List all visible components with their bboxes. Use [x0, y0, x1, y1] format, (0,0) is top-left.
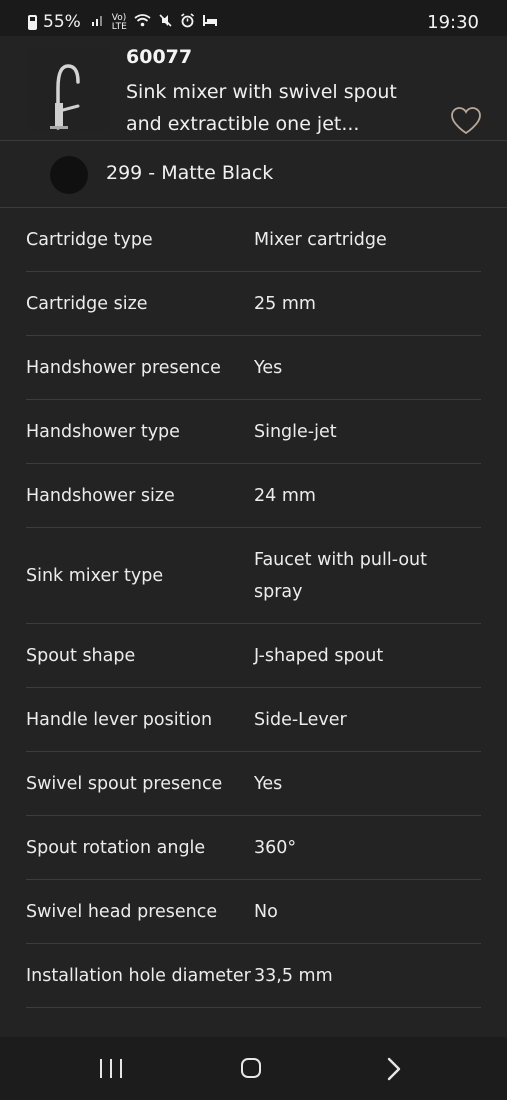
finish-selector[interactable]: 299 - Matte Black [0, 141, 507, 208]
volte-icon: Vo) LTE [111, 12, 127, 32]
faucet-image [50, 64, 80, 130]
battery-percent: 55% [43, 12, 81, 32]
spec-value: J-shaped spout [254, 645, 384, 666]
product-name: Sink mixer with swivel spout and extract… [126, 81, 397, 135]
finish-label: 299 - Matte Black [106, 162, 274, 184]
spec-row: Cartridge type Mixer cartridge [26, 208, 481, 272]
signal-icon [91, 13, 105, 32]
spec-label: Installation hole diameter [26, 965, 251, 986]
spec-row: Handshower size 24 mm [26, 464, 481, 528]
spec-value: Side-Lever [254, 709, 347, 730]
spec-label: Sink mixer type [26, 565, 164, 586]
spec-row: Swivel spout presence Yes [26, 752, 481, 816]
spec-label: Swivel head presence [26, 901, 218, 922]
spec-row: Cartridge size 25 mm [26, 272, 481, 336]
status-time: 19:30 [427, 12, 479, 33]
spec-label: Spout shape [26, 645, 136, 666]
spec-value: Yes [254, 357, 283, 378]
spec-value: Single-jet [254, 421, 337, 442]
favorite-heart-icon[interactable] [449, 106, 483, 136]
battery-icon [28, 14, 37, 30]
alarm-icon [180, 12, 195, 32]
home-icon[interactable] [241, 1058, 261, 1078]
finish-swatch [50, 156, 88, 194]
status-icons: Vo) LTE [91, 12, 218, 32]
back-chevron-icon[interactable] [384, 1057, 404, 1081]
spec-label: Handle lever position [26, 709, 213, 730]
spec-row: Handshower presence Yes [26, 336, 481, 400]
spec-value: 33,5 mm [254, 965, 333, 986]
spec-label: Cartridge size [26, 293, 148, 314]
spec-value: 24 mm [254, 485, 316, 506]
wifi-icon [134, 13, 151, 32]
spec-label: Cartridge type [26, 229, 153, 250]
product-thumbnail[interactable] [28, 48, 110, 130]
mute-icon [158, 13, 173, 32]
spec-row: Installation hole diameter 33,5 mm [26, 944, 481, 1008]
specifications-table: Cartridge type Mixer cartridge Cartridge… [0, 208, 507, 1008]
spec-label: Handshower presence [26, 357, 221, 378]
spec-row: Swivel head presence No [26, 880, 481, 944]
sleep-icon [202, 13, 218, 32]
spec-value: 360° [254, 837, 297, 858]
spec-row: Spout rotation angle 360° [26, 816, 481, 880]
system-nav-bar [0, 1037, 507, 1100]
spec-value: No [254, 901, 278, 922]
status-left: 55% Vo) LTE [28, 12, 218, 32]
spec-value: Faucet with pull-out spray [254, 549, 428, 602]
spec-label: Swivel spout presence [26, 773, 223, 794]
spec-row: Handle lever position Side-Lever [26, 688, 481, 752]
spec-row: Spout shape J-shaped spout [26, 624, 481, 688]
product-code: 60077 [126, 46, 193, 68]
recents-icon[interactable] [100, 1059, 122, 1078]
spec-row: Sink mixer type Faucet with pull-out spr… [26, 528, 481, 624]
spec-label: Spout rotation angle [26, 837, 206, 858]
spec-label: Handshower type [26, 421, 180, 442]
spec-row: Handshower type Single-jet [26, 400, 481, 464]
spec-label: Handshower size [26, 485, 175, 506]
spec-value: 25 mm [254, 293, 316, 314]
product-header: 60077 Sink mixer with swivel spout and e… [0, 36, 507, 141]
spec-value: Mixer cartridge [254, 229, 387, 250]
spec-value: Yes [254, 773, 283, 794]
